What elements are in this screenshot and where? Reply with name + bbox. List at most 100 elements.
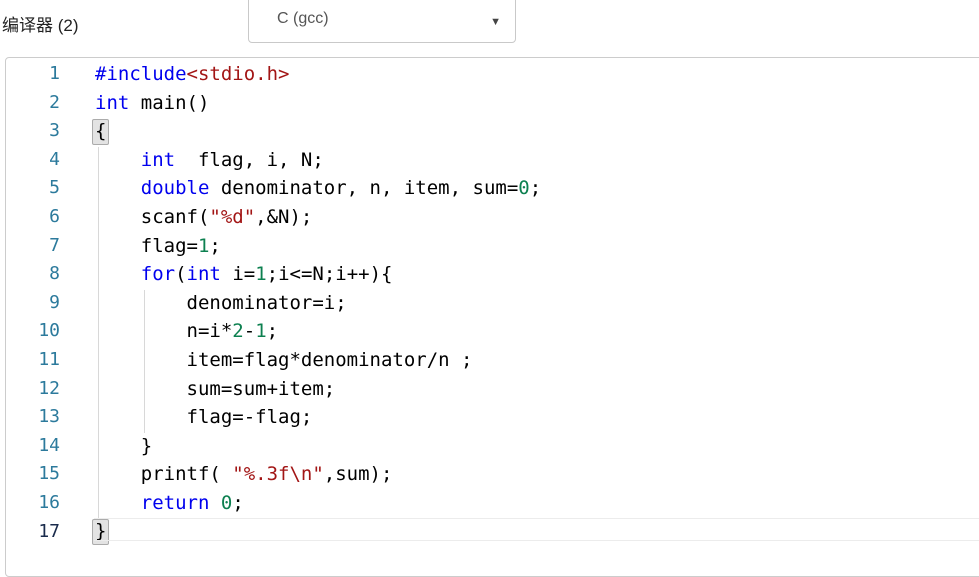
code-token: ,sum); — [323, 463, 393, 486]
code-token: ; — [209, 234, 221, 257]
code-line-row[interactable]: 12 sum=sum+item; — [6, 375, 979, 404]
code-line[interactable]: double denominator, n, item, sum=0; — [60, 174, 979, 203]
language-select-value: C (gcc) — [277, 10, 329, 27]
code-token: 1 — [197, 234, 210, 257]
code-line-row[interactable]: 6 scanf("%d",&N); — [6, 203, 979, 232]
code-line[interactable]: sum=sum+item; — [60, 375, 979, 404]
code-line-row[interactable]: 16 return 0; — [6, 489, 979, 518]
line-number: 5 — [49, 177, 60, 199]
chevron-down-icon: ▼ — [490, 16, 501, 28]
line-number: 1 — [49, 63, 60, 84]
code-token: i= — [220, 263, 256, 286]
line-number: 3 — [49, 120, 60, 142]
compiler-title: 编译器 (2) — [2, 16, 79, 35]
line-number: 2 — [49, 91, 60, 113]
code-token: ( — [175, 263, 187, 286]
line-number: 7 — [49, 234, 60, 256]
code-token: "%d" — [209, 205, 256, 228]
code-line[interactable]: flag=1; — [60, 232, 979, 261]
code-token: <stdio.h> — [186, 63, 290, 85]
code-line-row[interactable]: 10 n=i*2-1; — [6, 317, 979, 346]
line-number: 6 — [49, 205, 60, 227]
code-line-row[interactable]: 8 for(int i=1;i<=N;i++){ — [6, 260, 979, 289]
code-token: scanf( — [95, 205, 210, 228]
code-line[interactable]: printf( "%.3f\n",sum); — [60, 460, 979, 489]
code-token: ; — [266, 320, 279, 343]
code-line[interactable]: item=flag*denominator/n ; — [60, 346, 979, 375]
code-token: int — [140, 148, 176, 171]
code-token: ,&N); — [255, 205, 313, 228]
code-token: int — [186, 263, 221, 286]
code-token: int — [95, 91, 130, 114]
code-token: double — [140, 177, 210, 200]
line-number: 16 — [38, 491, 60, 513]
line-number: 10 — [38, 320, 60, 342]
code-line[interactable]: int flag, i, N; — [60, 146, 979, 175]
code-token: 2 — [232, 320, 244, 343]
code-token: ;i<=N;i++){ — [266, 263, 393, 286]
code-token: item=flag*denominator/n ; — [95, 348, 473, 371]
indent-guide — [144, 289, 145, 433]
code-token: ; — [529, 177, 542, 200]
line-number: 15 — [38, 463, 60, 485]
code-token: - — [243, 320, 256, 343]
code-token: return — [140, 491, 210, 514]
line-number: 8 — [49, 263, 60, 285]
code-token: printf( — [95, 463, 233, 486]
code-token: flag, i, N; — [175, 148, 324, 171]
code-token: } — [95, 434, 153, 457]
line-number: 13 — [38, 406, 60, 428]
code-line-row[interactable]: 3{ — [6, 117, 979, 146]
code-line-row[interactable]: 2 int main() — [6, 89, 979, 118]
code-token: 1 — [255, 263, 267, 286]
code-line-row[interactable]: 11 item=flag*denominator/n ; — [6, 346, 979, 375]
line-number: 4 — [49, 148, 60, 170]
code-line[interactable]: int main() — [60, 89, 979, 118]
language-select[interactable]: C (gcc) ▼ — [248, 0, 516, 43]
code-token: flag=-flag; — [95, 406, 313, 429]
matching-bracket: { — [92, 118, 110, 145]
code-token: flag= — [95, 234, 198, 257]
code-line[interactable]: for(int i=1;i<=N;i++){ — [60, 260, 979, 289]
code-line-row[interactable]: 7 flag=1; — [6, 232, 979, 261]
line-number: 11 — [38, 348, 60, 370]
line-number: 9 — [49, 291, 60, 313]
code-token: for — [140, 263, 176, 286]
line-number: 12 — [38, 377, 60, 399]
code-line-row[interactable]: 1 #include<stdio.h> — [6, 60, 979, 89]
code-line[interactable]: flag=-flag; — [60, 403, 979, 432]
line-number: 14 — [38, 434, 60, 456]
code-line-row[interactable]: 5 double denominator, n, item, sum=0; — [6, 174, 979, 203]
code-token: main() — [129, 91, 210, 114]
code-area[interactable]: 1 #include<stdio.h> 2 int main() 3{4 int fla… — [6, 58, 979, 546]
code-token: "%.3f\n" — [232, 463, 324, 486]
code-line[interactable]: #include<stdio.h> — [60, 60, 979, 89]
code-line[interactable]: } — [60, 432, 979, 461]
code-line-row[interactable]: 4 int flag, i, N; — [6, 146, 979, 175]
code-line[interactable]: scanf("%d",&N); — [60, 203, 979, 232]
code-line-row[interactable]: 13 flag=-flag; — [6, 403, 979, 432]
code-line-row[interactable]: 9 denominator=i; — [6, 289, 979, 318]
indent-guide — [98, 146, 99, 519]
code-token: #include — [95, 63, 187, 85]
matching-bracket: } — [92, 519, 110, 545]
code-line[interactable]: return 0; — [60, 489, 979, 518]
code-token: n=i* — [95, 320, 233, 343]
code-token: ; — [232, 491, 244, 514]
code-token: 1 — [255, 320, 267, 343]
code-line[interactable]: n=i*2-1; — [60, 317, 979, 346]
code-line-row[interactable]: 15 printf( "%.3f\n",sum); — [6, 460, 979, 489]
code-line[interactable]: { — [60, 117, 979, 146]
code-line-row[interactable]: 14 } — [6, 432, 979, 461]
code-token: 0 — [518, 177, 530, 200]
code-token: denominator, n, item, sum= — [209, 177, 519, 200]
code-token: sum=sum+item; — [95, 377, 336, 400]
code-editor[interactable]: 1 #include<stdio.h> 2 int main() 3{4 int fla… — [5, 57, 979, 577]
code-line[interactable]: denominator=i; — [60, 289, 979, 318]
code-token: denominator=i; — [95, 291, 347, 314]
